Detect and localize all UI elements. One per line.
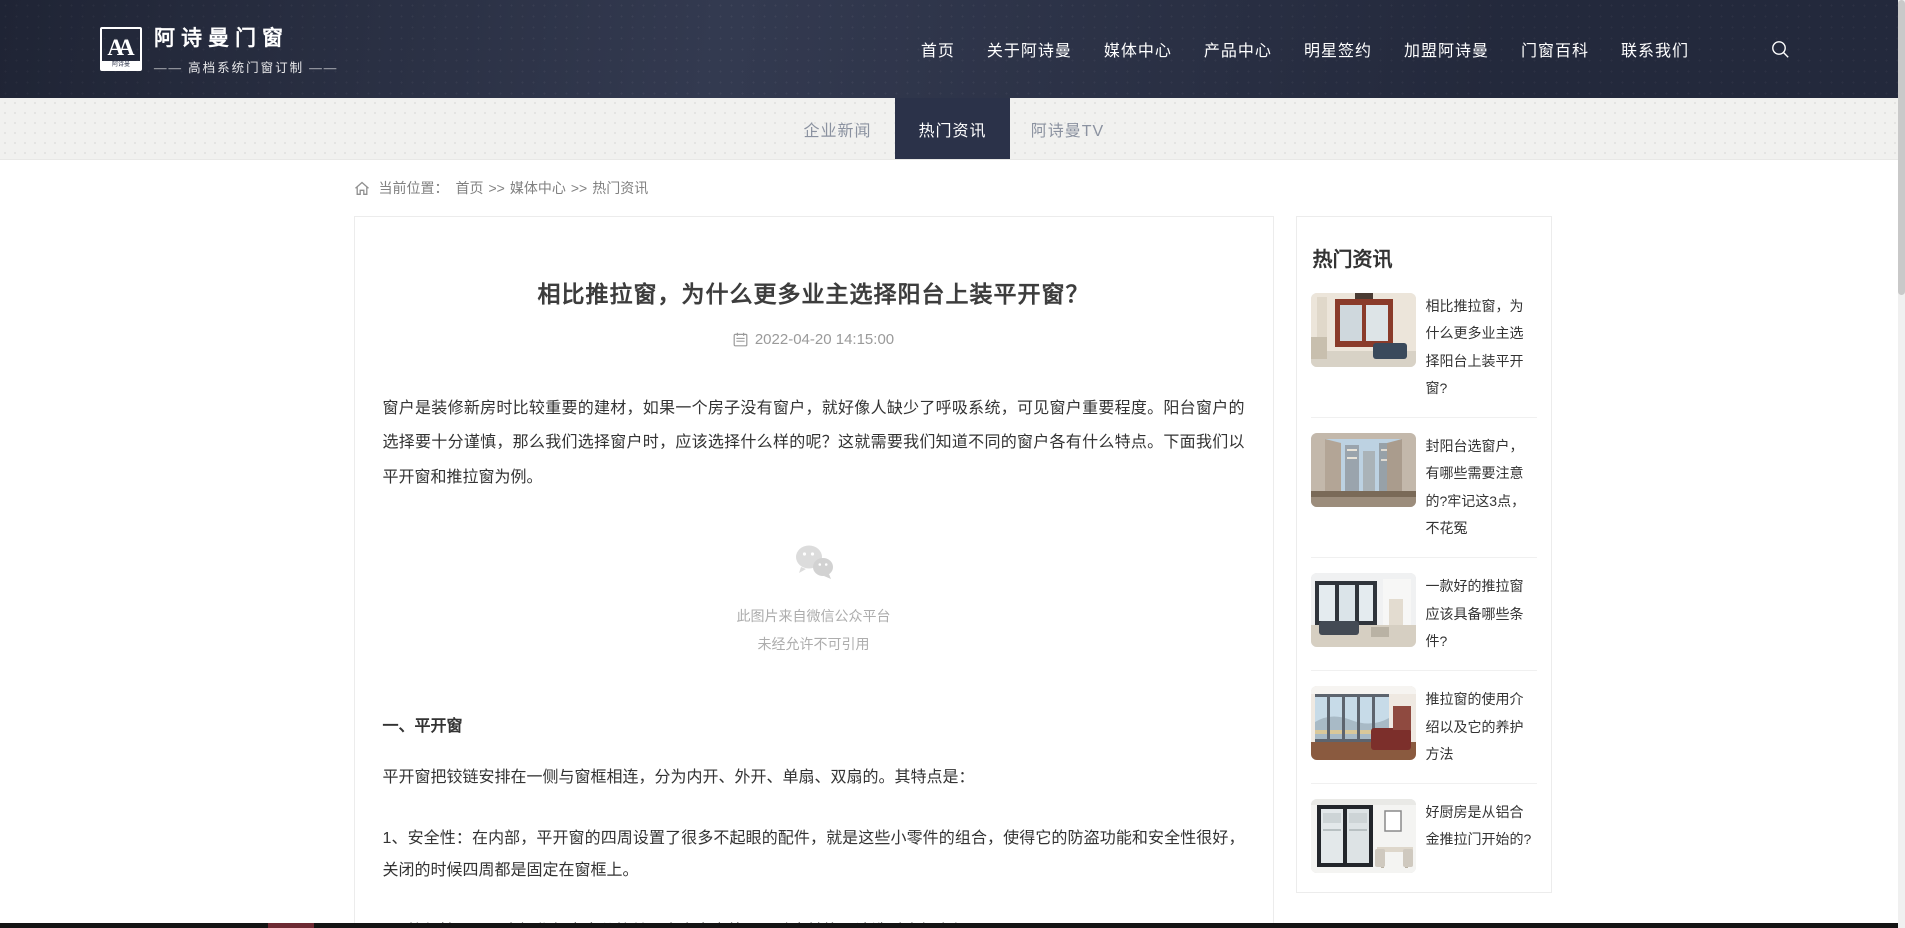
news-item-title: 好厨房是从铝合金推拉门开始的? bbox=[1426, 799, 1537, 854]
logo-title: 阿诗曼门窗 bbox=[154, 22, 338, 52]
section-heading: 一、平开窗 bbox=[383, 712, 1245, 736]
news-item-title: 相比推拉窗，为什么更多业主选择阳台上装平开窗? bbox=[1426, 293, 1537, 402]
news-thumbnail bbox=[1311, 686, 1416, 760]
calendar-icon bbox=[733, 332, 748, 347]
breadcrumb-home[interactable]: 首页 bbox=[456, 178, 484, 198]
page: AA 阿诗曼 阿诗曼门窗 —— 高档系统门窗订制 —— 首页 关于阿诗曼 媒体中… bbox=[0, 0, 1905, 928]
site-header: AA 阿诗曼 阿诗曼门窗 —— 高档系统门窗订制 —— 首页 关于阿诗曼 媒体中… bbox=[0, 0, 1905, 98]
image-placeholder-1: 此图片来自微信公众平台 未经允许不可引用 bbox=[383, 543, 1245, 658]
bottom-edge-bar bbox=[0, 923, 1905, 928]
article-date: 2022-04-20 14:15:00 bbox=[755, 331, 894, 348]
article-card: 相比推拉窗，为什么更多业主选择阳台上装平开窗？ 2022-04-20 14:15… bbox=[354, 216, 1274, 928]
nav-item-products[interactable]: 产品中心 bbox=[1204, 37, 1272, 61]
image-notice-line1: 此图片来自微信公众平台 bbox=[383, 602, 1245, 630]
news-thumbnail bbox=[1311, 799, 1416, 873]
tab-company-news[interactable]: 企业新闻 bbox=[780, 98, 895, 159]
nav-item-join[interactable]: 加盟阿诗曼 bbox=[1404, 37, 1489, 61]
logo[interactable]: AA 阿诗曼 阿诗曼门窗 —— 高档系统门窗订制 —— bbox=[100, 22, 338, 76]
tab-hot-news[interactable]: 热门资讯 bbox=[895, 98, 1010, 159]
news-list-item[interactable]: 一款好的推拉窗应该具备哪些条件? bbox=[1311, 558, 1537, 671]
article-date-row: 2022-04-20 14:15:00 bbox=[383, 331, 1245, 348]
nav-item-encyclopedia[interactable]: 门窗百科 bbox=[1521, 37, 1589, 61]
article-intro: 窗户是装修新房时比较重要的建材，如果一个房子没有窗户，就好像人缺少了呼吸系统，可… bbox=[383, 392, 1245, 495]
section-point-1: 1、安全性：在内部，平开窗的四周设置了很多不起眼的配件，就是这些小零件的组合，使… bbox=[383, 823, 1245, 885]
news-thumbnail bbox=[1311, 573, 1416, 647]
breadcrumb-prefix: 当前位置： bbox=[379, 178, 449, 198]
section-tabbar: 企业新闻 热门资讯 阿诗曼TV bbox=[0, 98, 1905, 160]
scrollbar-track[interactable] bbox=[1898, 0, 1905, 928]
news-list-item[interactable]: 封阳台选窗户，有哪些需要注意的?牢记这3点，不花冤 bbox=[1311, 418, 1537, 558]
breadcrumb-separator: >> bbox=[571, 180, 587, 196]
scrollbar-thumb[interactable] bbox=[1898, 0, 1905, 295]
content: 相比推拉窗，为什么更多业主选择阳台上装平开窗？ 2022-04-20 14:15… bbox=[354, 216, 1552, 928]
nav-item-media-center[interactable]: 媒体中心 bbox=[1104, 37, 1172, 61]
bottom-edge-accent bbox=[268, 923, 314, 928]
news-list-item[interactable]: 推拉窗的使用介绍以及它的养护方法 bbox=[1311, 671, 1537, 784]
news-thumbnail bbox=[1311, 433, 1416, 507]
logo-mark-caption: 阿诗曼 bbox=[102, 61, 140, 69]
home-icon[interactable] bbox=[354, 181, 370, 196]
logo-subtitle: —— 高档系统门窗订制 —— bbox=[154, 57, 338, 76]
hot-news-sidebar: 热门资讯 相比推拉窗，为什么 bbox=[1296, 216, 1552, 893]
news-thumbnail bbox=[1311, 293, 1416, 367]
news-list-item[interactable]: 相比推拉窗，为什么更多业主选择阳台上装平开窗? bbox=[1311, 278, 1537, 418]
header-inner: AA 阿诗曼 阿诗曼门窗 —— 高档系统门窗订制 —— 首页 关于阿诗曼 媒体中… bbox=[0, 22, 1905, 76]
wechat-placeholder-icon bbox=[383, 543, 1245, 586]
nav-item-contact[interactable]: 联系我们 bbox=[1621, 37, 1689, 61]
news-list-item[interactable]: 好厨房是从铝合金推拉门开始的? bbox=[1311, 784, 1537, 888]
logo-monogram: AA bbox=[107, 36, 128, 59]
news-item-title: 封阳台选窗户，有哪些需要注意的?牢记这3点，不花冤 bbox=[1426, 433, 1537, 542]
news-item-title: 推拉窗的使用介绍以及它的养护方法 bbox=[1426, 686, 1537, 768]
nav-item-home[interactable]: 首页 bbox=[921, 37, 955, 61]
search-icon[interactable] bbox=[1771, 40, 1790, 59]
nav-item-celebrity[interactable]: 明星签约 bbox=[1304, 37, 1372, 61]
breadcrumb: 当前位置： 首页 >> 媒体中心 >> 热门资讯 bbox=[354, 160, 1552, 216]
logo-mark-icon: AA 阿诗曼 bbox=[100, 27, 142, 71]
section-lead: 平开窗把铰链安排在一侧与窗框相连，分为内开、外开、单扇、双扇的。其特点是： bbox=[383, 762, 1245, 793]
image-notice-line2: 未经允许不可引用 bbox=[383, 630, 1245, 658]
nav-item-about[interactable]: 关于阿诗曼 bbox=[987, 37, 1072, 61]
logo-text: 阿诗曼门窗 —— 高档系统门窗订制 —— bbox=[154, 22, 338, 76]
breadcrumb-media-center[interactable]: 媒体中心 bbox=[510, 178, 566, 198]
news-item-title: 一款好的推拉窗应该具备哪些条件? bbox=[1426, 573, 1537, 655]
article-title: 相比推拉窗，为什么更多业主选择阳台上装平开窗？ bbox=[383, 275, 1245, 309]
tab-ashman-tv[interactable]: 阿诗曼TV bbox=[1010, 98, 1125, 159]
main-nav: 首页 关于阿诗曼 媒体中心 产品中心 明星签约 加盟阿诗曼 门窗百科 联系我们 bbox=[921, 37, 1790, 61]
breadcrumb-separator: >> bbox=[489, 180, 505, 196]
breadcrumb-hot-news[interactable]: 热门资讯 bbox=[592, 178, 648, 198]
sidebar-title: 热门资讯 bbox=[1311, 243, 1537, 272]
